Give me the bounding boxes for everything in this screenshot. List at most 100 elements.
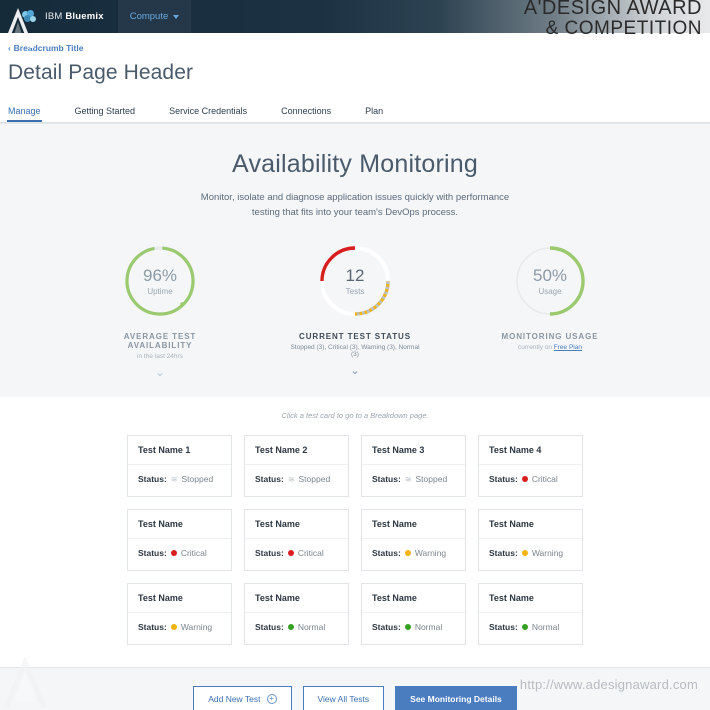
test-card-divider [362, 464, 465, 466]
button-label: Add New Test [208, 694, 261, 705]
test-card-title: Test Name [489, 593, 534, 604]
award-watermark-logo: A'DESIGN AWARD & COMPETITION [524, 0, 702, 38]
test-card-status: Status: Critical [138, 548, 221, 558]
test-card-title: Test Name 3 [372, 445, 425, 456]
usage-caption: MONITORING USAGE [501, 332, 599, 342]
test-card[interactable]: Test Name Status: Warning [127, 583, 232, 646]
gauge-current-test-status[interactable]: 12 Tests CURRENT TEST STATUS Stopped (3)… [288, 242, 423, 379]
view-all-tests-button[interactable]: View All Tests [302, 686, 385, 710]
test-card[interactable]: Test Name 2 Status: ≋ Stopped [244, 435, 349, 498]
usage-subcaption: currently on Free Plan [483, 344, 618, 351]
test-card-status: Status: ≋ Stopped [372, 474, 455, 484]
usage-value: 50% [532, 265, 568, 285]
gauge-average-test-availability[interactable]: 96% Uptime AVERAGE TEST AVAILABILITY in … [93, 242, 228, 379]
chevron-left-icon: ‹ [8, 43, 11, 53]
test-card-status-label: Status: [255, 474, 284, 485]
test-card-title: Test Name [255, 593, 300, 604]
stopped-icon: ≋ [170, 474, 178, 484]
availability-caption: AVERAGE TEST AVAILABILITY [123, 332, 197, 351]
test-status-label: Tests [345, 286, 365, 296]
award-watermark-line1: A'DESIGN AWARD [523, 0, 702, 19]
test-status-donut-chart: 12 Tests [316, 242, 394, 320]
status-dot-icon [170, 550, 177, 557]
test-card-title: Test Name 4 [489, 445, 542, 456]
test-card-status: Status: ≋ Stopped [255, 474, 338, 484]
test-card-divider [479, 612, 582, 614]
test-card[interactable]: Test Name Status: Warning [361, 509, 466, 572]
tab-manage[interactable]: Manage [7, 106, 42, 122]
button-label: View All Tests [317, 694, 370, 705]
tab-plan[interactable]: Plan [365, 106, 383, 122]
chevron-down-icon[interactable]: ⌄ [93, 368, 228, 379]
status-dot-icon [170, 624, 177, 631]
usage-subcaption-prefix: currently on [518, 344, 554, 352]
test-card-title: Test Name [138, 593, 183, 604]
chevron-down-icon [173, 14, 180, 19]
test-status-subcaption: Stopped (3), Critical (3), Warning (3), … [290, 344, 420, 359]
test-card-status-value: Normal [414, 622, 443, 633]
test-card-divider [128, 612, 231, 614]
test-card[interactable]: Test Name Status: Warning [478, 509, 583, 572]
test-card-divider [479, 538, 582, 540]
test-card[interactable]: Test Name Status: Critical [127, 509, 232, 572]
test-card-status: Status: ≋ Stopped [138, 474, 221, 484]
test-card[interactable]: Test Name Status: Normal [244, 583, 349, 646]
availability-subcaption: in the last 24hrs [137, 353, 183, 361]
test-card-divider [245, 464, 348, 466]
test-card-status-value: Stopped [181, 474, 214, 485]
test-card[interactable]: Test Name 4 Status: Critical [478, 435, 583, 498]
test-card-status-label: Status: [489, 548, 518, 559]
test-card[interactable]: Test Name Status: Critical [244, 509, 349, 572]
ibm-bluemix-dots-icon[interactable] [22, 9, 38, 24]
availability-label: Uptime [147, 286, 173, 296]
test-card-status-value: Warning [531, 548, 564, 559]
usage-donut-chart: 50% Usage [511, 242, 589, 320]
tab-service-credentials[interactable]: Service Credentials [169, 106, 247, 122]
tab-connections[interactable]: Connections [281, 106, 331, 122]
test-card-status-label: Status: [372, 622, 401, 633]
test-card-status-value: Stopped [298, 474, 331, 485]
test-card-title: Test Name [255, 519, 300, 530]
test-card-status-value: Normal [297, 622, 326, 633]
free-plan-link[interactable]: Free Plan [554, 344, 582, 351]
test-cards-section: Click a test card to go to a Breakdown p… [0, 397, 710, 668]
test-card-status-label: Status: [255, 622, 284, 633]
test-card[interactable]: Test Name 3 Status: ≋ Stopped [361, 435, 466, 498]
test-card[interactable]: Test Name Status: Normal [361, 583, 466, 646]
test-card-divider [128, 538, 231, 540]
page-root: IBM Bluemix Compute A'DESIGN AWARD & COM… [0, 0, 710, 710]
compute-menu-button[interactable]: Compute [117, 0, 192, 33]
see-monitoring-details-button[interactable]: See Monitoring Details [395, 686, 517, 710]
usage-center-readout: 50% Usage [511, 242, 589, 320]
hero-title: Availability Monitoring [232, 150, 478, 178]
test-card-status-label: Status: [138, 622, 167, 633]
test-cards-grid: Test Name 1 Status: ≋ Stopped Test Name 2 Sta… [0, 435, 710, 646]
add-new-test-button[interactable]: Add New Test + [193, 686, 292, 710]
test-card-title: Test Name [372, 519, 417, 530]
test-card-status: Status: Warning [489, 548, 572, 558]
test-card-status-label: Status: [372, 474, 401, 485]
test-card-status: Status: Normal [489, 622, 572, 632]
breadcrumb[interactable]: ‹ Breadcrumb Title [8, 43, 710, 53]
test-card-divider [362, 612, 465, 614]
test-card-status: Status: Normal [255, 622, 338, 632]
test-card-status: Status: Critical [255, 548, 338, 558]
test-card-status: Status: Normal [372, 622, 455, 632]
gauge-monitoring-usage[interactable]: 50% Usage MONITORING USAGE currently on … [483, 242, 618, 379]
status-dot-icon [404, 550, 411, 557]
test-card-status-label: Status: [489, 622, 518, 633]
test-card[interactable]: Test Name 1 Status: ≋ Stopped [127, 435, 232, 498]
availability-center-readout: 96% Uptime [121, 242, 199, 320]
test-card[interactable]: Test Name Status: Normal [478, 583, 583, 646]
test-card-divider [479, 464, 582, 466]
status-dot-icon [521, 550, 528, 557]
usage-label: Usage [538, 286, 562, 296]
status-dot-icon [404, 624, 411, 631]
test-card-status-value: Warning [180, 622, 213, 633]
chevron-down-icon[interactable]: ⌄ [288, 366, 423, 377]
ibm-bluemix-brand[interactable]: IBM Bluemix [45, 11, 104, 22]
tab-getting-started[interactable]: Getting Started [75, 106, 136, 122]
test-card-status: Status: Warning [138, 622, 221, 632]
test-card-title: Test Name 2 [255, 445, 308, 456]
test-card-divider [245, 612, 348, 614]
